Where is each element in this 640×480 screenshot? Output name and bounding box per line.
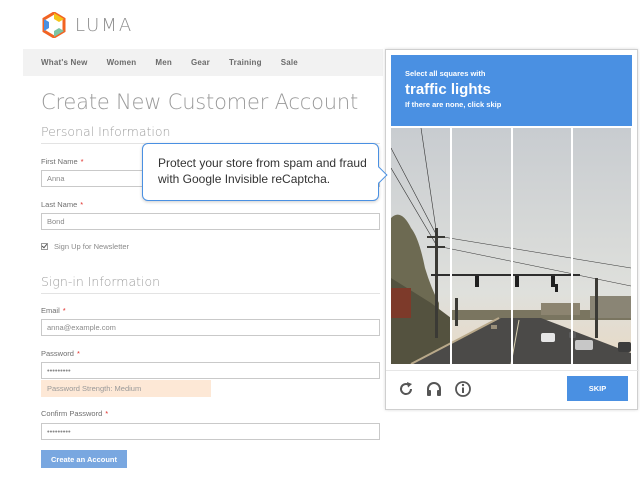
recaptcha-image-grid xyxy=(391,128,632,364)
recaptcha-tile[interactable] xyxy=(512,128,572,364)
nav-item-gear[interactable]: Gear xyxy=(191,58,210,67)
recaptcha-target: traffic lights xyxy=(405,81,491,98)
email-input[interactable]: anna@example.com xyxy=(41,319,380,336)
skip-button[interactable]: SKIP xyxy=(567,376,628,401)
signin-info-heading: Sign-in Information xyxy=(41,274,161,289)
nav-item-women[interactable]: Women xyxy=(107,58,137,67)
nav-item-sale[interactable]: Sale xyxy=(281,58,298,67)
last-name-input[interactable]: Bond xyxy=(41,213,380,230)
recaptcha-header: Select all squares with traffic lights I… xyxy=(391,55,632,126)
street-scene-image xyxy=(391,128,450,364)
street-scene-image xyxy=(573,128,632,364)
info-icon[interactable] xyxy=(453,379,473,399)
recaptcha-footer: SKIP xyxy=(386,370,639,410)
email-label: Email * xyxy=(41,306,66,315)
create-account-button[interactable]: Create an Account xyxy=(41,450,127,468)
nav-item-whats-new[interactable]: What's New xyxy=(41,58,88,67)
password-label: Password * xyxy=(41,349,80,358)
recaptcha-challenge: Select all squares with traffic lights I… xyxy=(385,49,639,410)
personal-info-heading: Personal Information xyxy=(41,124,171,139)
required-marker: * xyxy=(62,306,66,315)
confirm-password-label-text: Confirm Password xyxy=(41,409,103,418)
first-name-label: First Name * xyxy=(41,157,84,166)
nav-item-men[interactable]: Men xyxy=(155,58,172,67)
page-title: Create New Customer Account xyxy=(41,90,359,114)
newsletter-label: Sign Up for Newsletter xyxy=(54,242,130,251)
recaptcha-callout: Protect your store from spam and fraud w… xyxy=(142,143,388,201)
first-name-label-text: First Name xyxy=(41,157,78,166)
required-marker: * xyxy=(80,200,84,209)
confirm-password-label: Confirm Password * xyxy=(41,409,108,418)
audio-icon[interactable] xyxy=(424,379,444,399)
recaptcha-instruction: Select all squares with xyxy=(405,69,486,78)
callout-text: Protect your store from spam and fraud w… xyxy=(158,156,367,186)
luma-logo-text: LUMA xyxy=(75,14,134,36)
luma-logo[interactable]: LUMA xyxy=(41,12,133,38)
email-label-text: Email xyxy=(41,306,60,315)
required-marker: * xyxy=(80,157,84,166)
required-marker: * xyxy=(105,409,109,418)
signin-info-divider xyxy=(41,293,380,294)
recaptcha-tile[interactable] xyxy=(573,128,632,364)
main-navigation: What's New Women Men Gear Training Sale xyxy=(23,49,383,76)
nav-item-training[interactable]: Training xyxy=(229,58,262,67)
recaptcha-tile[interactable] xyxy=(451,128,511,364)
newsletter-row[interactable]: Sign Up for Newsletter xyxy=(41,242,129,251)
reload-icon[interactable] xyxy=(396,379,416,399)
last-name-label: Last Name * xyxy=(41,200,83,209)
confirm-password-input[interactable]: ••••••••• xyxy=(41,423,380,440)
last-name-label-text: Last Name xyxy=(41,200,78,209)
required-marker: * xyxy=(76,349,80,358)
street-scene-image xyxy=(451,128,511,364)
recaptcha-hint: If there are none, click skip xyxy=(405,100,502,109)
password-strength-meter: Password Strength: Medium xyxy=(41,380,211,397)
newsletter-checkbox[interactable] xyxy=(41,243,48,250)
password-input[interactable]: ••••••••• xyxy=(41,362,380,379)
password-label-text: Password xyxy=(41,349,74,358)
luma-logo-icon xyxy=(42,12,66,38)
street-scene-image xyxy=(512,128,572,364)
recaptcha-tile[interactable] xyxy=(391,128,450,364)
